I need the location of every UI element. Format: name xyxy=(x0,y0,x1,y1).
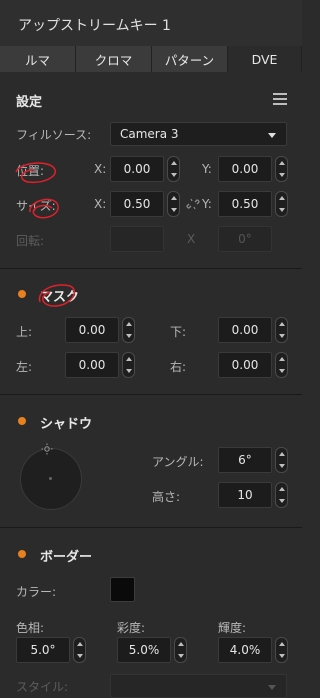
position-x-label: X: xyxy=(94,162,107,176)
mask-bottom-stepper[interactable] xyxy=(275,317,288,343)
tab-luma[interactable]: ルマ xyxy=(0,46,76,72)
link-icon[interactable] xyxy=(186,197,200,211)
luminance-label: 輝度: xyxy=(218,621,247,635)
border-color-label: カラー: xyxy=(16,585,57,599)
shadow-angle-field[interactable]: 6° xyxy=(218,447,272,473)
chevron-down-icon xyxy=(268,133,276,138)
mask-left-stepper[interactable] xyxy=(122,352,135,378)
fill-source-select[interactable]: Camera 3 xyxy=(110,122,287,146)
style-select xyxy=(110,674,287,698)
saturation-field[interactable]: 5.0% xyxy=(117,637,171,663)
hue-field[interactable]: 5.0° xyxy=(16,637,70,663)
tab-pattern[interactable]: パターン xyxy=(152,46,228,72)
position-y-label: Y: xyxy=(202,162,212,176)
shadow-height-stepper[interactable] xyxy=(275,482,288,508)
shadow-direction-dial[interactable] xyxy=(20,448,82,510)
size-x-label: X: xyxy=(94,197,107,211)
position-x-stepper[interactable] xyxy=(167,156,180,182)
border-color-swatch[interactable] xyxy=(110,577,135,602)
chevron-down-icon xyxy=(268,685,276,690)
panel-title: アップストリームキー 1 xyxy=(18,18,171,34)
shadow-enable-toggle[interactable] xyxy=(18,417,26,425)
mask-right-stepper[interactable] xyxy=(275,352,288,378)
mask-left-field[interactable]: 0.00 xyxy=(65,352,119,378)
size-y-field[interactable]: 0.50 xyxy=(218,191,272,217)
light-source-icon[interactable] xyxy=(41,443,53,455)
shadow-angle-stepper[interactable] xyxy=(275,447,288,473)
mask-top-stepper[interactable] xyxy=(122,317,135,343)
position-y-field[interactable]: 0.00 xyxy=(218,156,272,182)
position-label: 位置: xyxy=(16,164,45,178)
hue-label: 色相: xyxy=(16,621,45,635)
shadow-angle-label: アングル: xyxy=(152,455,204,469)
border-enable-toggle[interactable] xyxy=(18,550,26,558)
panel-header: アップストリームキー 1 xyxy=(0,0,302,47)
size-y-stepper[interactable] xyxy=(275,191,288,217)
divider xyxy=(0,394,302,395)
luminance-stepper[interactable] xyxy=(275,637,288,663)
tab-chroma[interactable]: クロマ xyxy=(76,46,152,72)
divider xyxy=(0,527,302,528)
shadow-height-label: 高さ: xyxy=(152,490,181,504)
rotation-field xyxy=(110,226,164,252)
saturation-stepper[interactable] xyxy=(174,637,187,663)
size-y-label: Y: xyxy=(202,197,212,211)
dial-center xyxy=(49,477,52,480)
mask-right-label: 右: xyxy=(170,360,187,374)
mask-left-label: 左: xyxy=(16,360,33,374)
mask-enable-toggle[interactable] xyxy=(18,290,26,298)
size-x-field[interactable]: 0.50 xyxy=(110,191,164,217)
shadow-height-field[interactable]: 10 xyxy=(218,482,272,508)
size-label: サイズ: xyxy=(16,199,56,213)
rotation-value-field: 0° xyxy=(218,226,272,252)
mask-bottom-label: 下: xyxy=(170,325,187,339)
divider xyxy=(0,268,302,269)
mask-bottom-field[interactable]: 0.00 xyxy=(218,317,272,343)
mask-top-field[interactable]: 0.00 xyxy=(65,317,119,343)
luminance-field[interactable]: 4.0% xyxy=(218,637,272,663)
mask-title: マスク xyxy=(40,290,80,305)
tab-dve[interactable]: DVE xyxy=(228,46,302,72)
position-y-stepper[interactable] xyxy=(275,156,288,182)
size-x-stepper[interactable] xyxy=(167,191,180,217)
position-x-field[interactable]: 0.00 xyxy=(110,156,164,182)
hue-stepper[interactable] xyxy=(73,637,86,663)
border-title: ボーダー xyxy=(40,550,93,565)
rotation-x-label: X xyxy=(187,232,196,246)
rotation-label: 回転: xyxy=(16,234,45,248)
mask-top-label: 上: xyxy=(16,325,33,339)
menu-icon[interactable] xyxy=(273,93,287,105)
style-label: スタイル: xyxy=(16,680,69,694)
fill-source-label: フィルソース: xyxy=(16,128,92,142)
tab-bar: ルマ クロマ パターン DVE xyxy=(0,46,302,72)
shadow-title: シャドウ xyxy=(40,417,93,432)
settings-title: 設定 xyxy=(16,95,43,110)
fill-source-value: Camera 3 xyxy=(120,127,179,141)
mask-right-field[interactable]: 0.00 xyxy=(218,352,272,378)
saturation-label: 彩度: xyxy=(117,621,146,635)
